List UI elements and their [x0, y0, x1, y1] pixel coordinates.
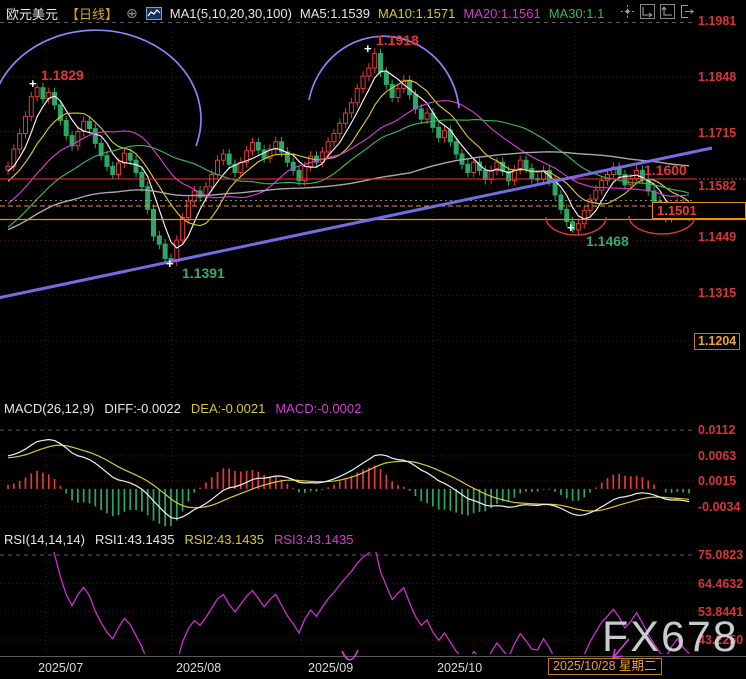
macd-panel-plot[interactable]: [8, 440, 689, 527]
add-indicator-icon[interactable]: ⊕: [126, 6, 138, 20]
magenta-arc-mark: [342, 650, 358, 660]
price-axis-label: 1.1981: [698, 14, 736, 28]
ma30-value: MA30:1.1: [549, 6, 605, 21]
rsi2-value: RSI2:43.1435: [184, 532, 264, 547]
scale-x-axis-icon[interactable]: [639, 3, 655, 19]
rsi1-value: RSI1:43.1435: [95, 532, 175, 547]
resistance-price-label: 1.1600: [644, 162, 687, 178]
chart-type-icon[interactable]: [146, 7, 162, 20]
rsi-axis-label: 64.4632: [698, 577, 743, 591]
macd-diff-value: DIFF:-0.0022: [104, 401, 181, 416]
marker-cross: +: [364, 41, 372, 56]
symbol-name: 欧元美元: [6, 4, 58, 23]
chart-toolbar: [619, 3, 695, 19]
rsi-title[interactable]: RSI(14,14,14): [4, 532, 85, 547]
price-axis-label: 1.1449: [698, 230, 736, 244]
trading-chart-app: 欧元美元 【日线】 ⊕ MA1(5,10,20,30,100) MA5:1.15…: [0, 0, 746, 679]
marker-cross: +: [166, 256, 174, 271]
timeframe-label[interactable]: 【日线】: [66, 4, 118, 23]
rsi-label-row: RSI(14,14,14) RSI1:43.1435 RSI2:43.1435 …: [4, 532, 353, 547]
price-axis-label: 1.1848: [698, 70, 736, 84]
rsi-axis-label: 75.0823: [698, 548, 743, 562]
exit-zoom-icon[interactable]: [679, 3, 695, 19]
macd-title[interactable]: MACD(26,12,9): [4, 401, 94, 416]
macd-axis-label: 0.0063: [698, 449, 736, 463]
price-axis-label: 1.1315: [698, 286, 736, 300]
ma10-value: MA10:1.1571: [378, 6, 455, 21]
chart-canvas[interactable]: [0, 0, 746, 679]
macd-dea-value: DEA:-0.0021: [191, 401, 265, 416]
ma20-value: MA20:1.1561: [463, 6, 540, 21]
date-tick: 2025/10: [437, 661, 482, 675]
fx678-watermark: FX678: [602, 613, 739, 662]
low-annotation-2: 1.1468: [586, 233, 629, 249]
macd-hist-value: MACD:-0.0002: [275, 401, 361, 416]
date-tick: 2025/09: [308, 661, 353, 675]
boxed-price-label: 1.1204: [694, 333, 740, 350]
high-annotation-2: 1.1918: [376, 32, 419, 48]
date-tick: 2025/07: [38, 661, 83, 675]
price-axis-label: 1.1715: [698, 126, 736, 140]
low-annotation-1: 1.1391: [182, 265, 225, 281]
macd-axis-label: -0.0034: [698, 500, 740, 514]
move-crosshair-icon[interactable]: [619, 3, 635, 19]
support-price-tag: 1.1501: [652, 202, 746, 219]
ma5-value: MA5:1.1539: [300, 6, 370, 21]
high-annotation-1: 1.1829: [41, 67, 84, 83]
rsi3-value: RSI3:43.1435: [274, 532, 354, 547]
marker-cross: +: [567, 220, 575, 235]
magenta-marks: [342, 639, 629, 660]
macd-axis-label: 0.0112: [698, 423, 736, 437]
scale-y-axis-icon[interactable]: [659, 3, 675, 19]
macd-label-row: MACD(26,12,9) DIFF:-0.0022 DEA:-0.0021 M…: [4, 401, 361, 416]
macd-axis-label: 0.0015: [698, 474, 736, 488]
date-tick: 2025/08: [176, 661, 221, 675]
marker-cross: +: [29, 76, 37, 91]
ma-settings-label: MA1(5,10,20,30,100): [170, 6, 292, 21]
price-axis-label: 1.1582: [698, 179, 736, 193]
